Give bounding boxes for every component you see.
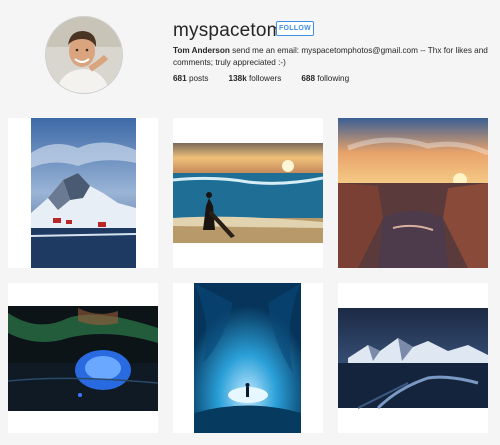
post-thumbnail-6[interactable] <box>338 283 488 433</box>
profile-full-name: Tom Anderson <box>173 46 230 55</box>
followers-stat[interactable]: 138k followers <box>229 74 282 83</box>
post-thumbnail-3[interactable] <box>338 118 488 268</box>
post-thumbnail-4[interactable] <box>8 283 158 433</box>
post-thumbnail-1[interactable] <box>8 118 158 268</box>
following-stat[interactable]: 688 following <box>301 74 349 83</box>
follow-button[interactable]: FOLLOW <box>276 21 314 36</box>
post-thumbnail-2[interactable] <box>173 118 323 268</box>
profile-stats: 681 posts 138k followers 688 following <box>173 74 349 83</box>
profile-bio: Tom Anderson send me an email: myspaceto… <box>173 45 491 69</box>
post-thumbnail-5[interactable] <box>173 283 323 433</box>
posts-stat: 681 posts <box>173 74 209 83</box>
profile-username: myspacetom <box>173 20 283 41</box>
profile-avatar[interactable] <box>45 16 123 94</box>
